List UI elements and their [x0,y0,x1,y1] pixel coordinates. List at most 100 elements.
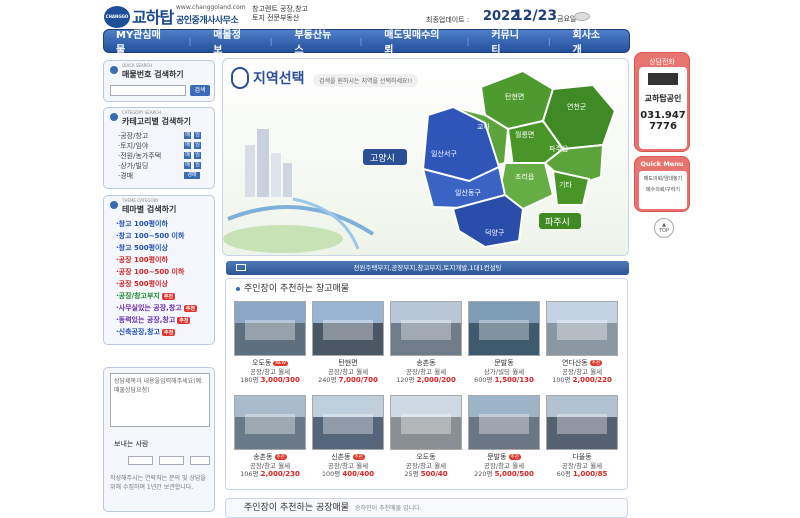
recommend2-sub: 송하인이 추천매물 입니다. [355,505,422,512]
listing-photo[interactable] [546,395,618,450]
logo-title[interactable]: 교하탑 [132,4,174,28]
category-row[interactable]: ·토지/임야 매 임 [118,141,208,151]
theme-link[interactable]: ·창고 500평이상 [116,243,168,253]
listing-location: 송촌동 추천 [234,452,306,461]
rent-button[interactable]: 임 [194,142,201,149]
category-row[interactable]: ·공장/창고 매 임 [118,131,208,141]
theme-link[interactable]: ·창고 100평이하 [116,219,168,229]
quick-menu-buy[interactable]: 매수의뢰/구하기 [639,186,687,193]
category-row[interactable]: ·경매 경매 [118,171,208,181]
region-map: 탄현면 연천군 교하 월롱면 파주읍 일산서구 조리읍 기타 일산동구 덕양구 … [223,69,617,253]
nav-company[interactable]: 회사소개 [573,26,607,56]
label-deogyang: 덕양구 [485,228,505,237]
listing-area: 106평 [240,470,259,478]
recommend-badge: 추천 [161,329,176,336]
listing-card[interactable]: 연다산동 추천 공장/창고 월세 100평 2,000/220 [546,301,618,384]
nav-trade-request[interactable]: 매도및매수의뢰 [384,26,444,56]
listing-location: 다율동 [546,452,618,461]
nav-realestate-news[interactable]: 부동산뉴스 [294,26,337,56]
nav-listing-info[interactable]: 매물정보 [213,26,247,56]
theme-link-label: ·공장 500평이상 [116,280,168,288]
sale-button[interactable]: 매 [184,152,191,159]
main-nav: MY관심매물 | 매물정보 | 부동산뉴스 | 매도및매수의뢰 | 커뮤니티 |… [103,26,630,56]
theme-link[interactable]: ·공장 500평이상 [116,279,168,289]
listing-card[interactable]: 송촌동 공장/창고 월세 120평 2,000/200 [390,301,462,384]
listing-photo[interactable] [546,301,618,356]
search-button[interactable]: 검색 [190,85,210,96]
theme-link-label: ·창고 100평이하 [116,220,168,228]
recommend-badge: 추천 [177,317,191,324]
listing-photo[interactable] [390,395,462,450]
listing-price: 25평 500/40 [390,468,462,478]
theme-link[interactable]: ·공장 100평이하 [116,255,168,265]
listing-photo[interactable] [312,395,384,450]
leaf-icon [574,12,590,21]
sale-button[interactable]: 매 [184,162,191,169]
listing-card[interactable]: 신촌동 추천 공장/창고 월세 100평 400/400 [312,395,384,478]
building-icon [236,264,246,271]
phone-field-2[interactable] [159,456,184,465]
service-banner-text: 전원주택부지,공장부지,창고부지,토지개발,1대1컨설팅 [353,264,502,272]
theme-link[interactable]: ·공장 100~500 이하 [116,267,184,277]
listing-type: 공장/창고 월세 [249,462,291,470]
listing-card[interactable]: 다율동 공장/창고 월세 60평 1,000/85 [546,395,618,478]
sale-button[interactable]: 매 [184,142,191,149]
theme-search-box: THEME CATEGORY 테마별 검색하기 ·창고 100평이하 ·창고 10… [103,195,215,345]
logo-mark[interactable]: CHANGGO [104,6,130,28]
listing-card[interactable]: 문발동 상가/빌딩 월세 600평 1,500/130 [468,301,540,384]
top-button[interactable]: ▲ TOP [654,218,674,238]
rent-button[interactable]: 임 [194,162,201,169]
listing-photo[interactable] [390,301,462,356]
listing-photo[interactable] [312,301,384,356]
theme-link[interactable]: ·신축공장,창고 추천 [116,327,176,337]
listing-card[interactable]: 오도동 공장/창고 월세 25평 500/40 [390,395,462,478]
phone-field-3[interactable] [190,456,210,465]
theme-link[interactable]: ·창고 100~500 이하 [116,231,184,241]
recommend-badge: 추천 [183,305,197,312]
bullet-icon [110,66,118,74]
logo-subtitle: 공인중개사사무소 [176,16,239,26]
listing-area: 600평 [474,376,493,384]
listing-location: 문발동 추천 [468,452,540,461]
nav-my-listings[interactable]: MY관심매물 [116,26,167,56]
listing-area: 100평 [552,376,571,384]
auction-button[interactable]: 경매 [184,172,200,179]
label-pajueup: 파주읍 [549,144,569,153]
listing-card[interactable]: 송촌동 추천 공장/창고 월세 106평 2,000/230 [234,395,306,478]
listing-area: 120평 [396,376,415,384]
category-label: ·공장/창고 [118,132,149,140]
rent-button[interactable]: 임 [194,132,201,139]
theme-link[interactable]: ·동력있는 공장,창고 추천 [116,315,191,325]
region-map-banner: 지역선택 검색을 원하시는 지역을 선택하세요!! 탄현면 연천군 교하 월롱면… [222,58,629,256]
listing-card[interactable]: 탄현면 공장/창고 월세 240평 7,000/700 [312,301,384,384]
sale-button[interactable]: 매 [184,132,191,139]
listing-type: 공장/창고 월세 [327,368,369,376]
nav-separator: | [269,36,273,46]
listing-card[interactable]: 오도동 NEW 공장/창고 월세 180평 3,000/300 [234,301,306,384]
listing-type: 공장/창고 월세 [561,368,603,376]
listing-card[interactable]: 문발동 추천 공장/창고 월세 220평 5,000/500 [468,395,540,478]
category-row[interactable]: ·전원/농가주택 매 임 [118,151,208,161]
listing-photo[interactable] [468,301,540,356]
listing-area: 240평 [318,376,337,384]
rent-button[interactable]: 임 [194,152,201,159]
nav-community[interactable]: 커뮤니티 [491,26,525,56]
listing-photo[interactable] [234,301,306,356]
theme-link[interactable]: ·사무실있는 공장,창고 추천 [116,303,197,313]
consult-textarea[interactable]: 상담제목과 내용을입력해주세요(예:매물상담요청) [110,373,210,427]
listing-price-value: 5,000/500 [494,470,534,478]
phone-field-1[interactable] [128,456,153,465]
phone-number-2: 7776 [649,121,677,132]
listing-type: 공장/창고 월세 [561,462,603,470]
theme-search-small: THEME CATEGORY [122,198,159,203]
service-banner: 전원주택부지,공장부지,창고부지,토지개발,1대1컨설팅 [226,261,629,275]
category-row[interactable]: ·상가/빌딩 매 임 [118,161,208,171]
listing-number-input[interactable] [110,85,186,96]
label-ilsan-seo: 일산서구 [431,149,457,158]
quick-menu-sell[interactable]: 매도의뢰/임대놓기 [639,175,687,182]
listing-photo[interactable] [468,395,540,450]
office-name: 교하탑공인 [644,94,682,103]
theme-link[interactable]: ·공장/창고부지 추천 [116,291,176,301]
listing-photo[interactable] [234,395,306,450]
quick-menu-title: Quick Menu [640,160,684,168]
